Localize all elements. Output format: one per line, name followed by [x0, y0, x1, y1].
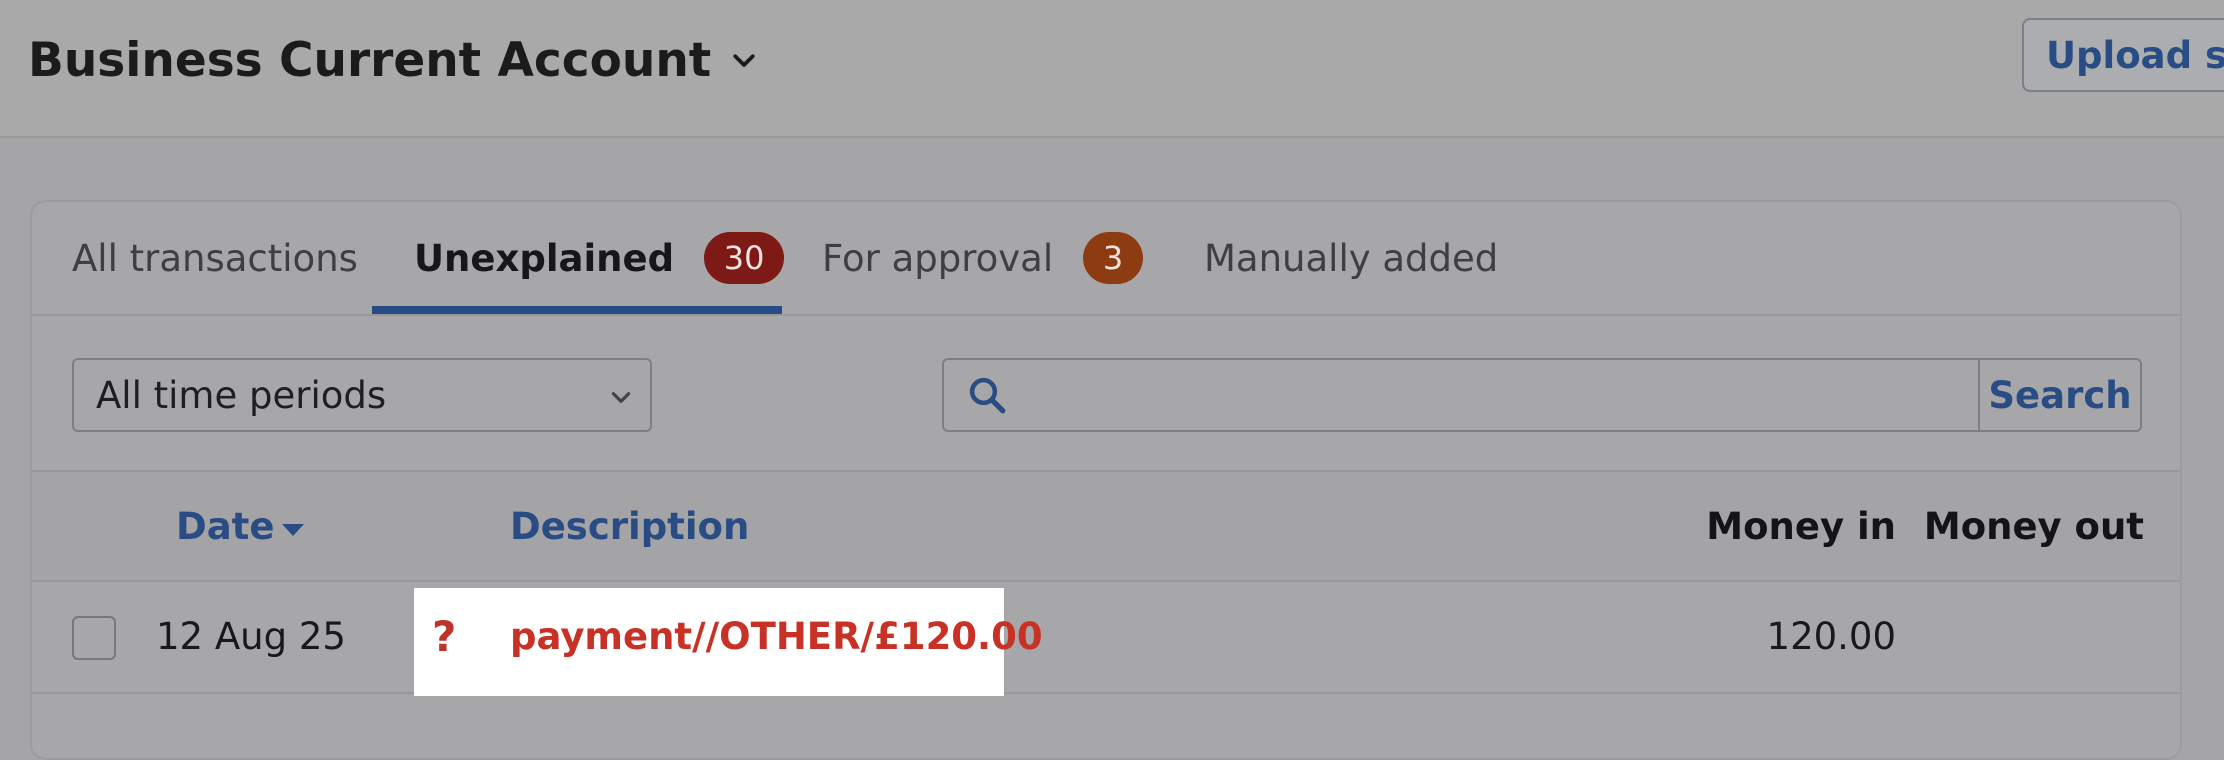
sort-descending-icon: [282, 524, 305, 536]
table-row: 12 Aug 25 ? payment//OTHER/£120.00 120.0…: [32, 582, 2180, 696]
transaction-money-in: 120.00: [1766, 614, 1896, 658]
page-header: Business Current Account Upload statemen…: [0, 0, 2224, 138]
tab-label: Unexplained: [414, 236, 675, 280]
money-in-column-header: Money in: [1706, 472, 1896, 580]
description-column-header[interactable]: Description: [510, 472, 749, 580]
time-period-value: All time periods: [96, 373, 387, 417]
approval-count-badge: 3: [1083, 232, 1144, 284]
description-column-label: Description: [510, 504, 750, 548]
search-box: Search: [942, 358, 2142, 432]
active-tab-indicator: [372, 306, 782, 314]
upload-statement-button[interactable]: Upload statement: [2022, 18, 2224, 92]
unexplained-question-icon: ?: [432, 611, 457, 661]
upload-statement-label: Upload statement: [2046, 33, 2224, 77]
date-column-header[interactable]: Date: [176, 472, 306, 580]
chevron-down-icon: [733, 54, 755, 67]
tab-unexplained[interactable]: Unexplained 30: [414, 202, 785, 314]
tab-label: For approval: [822, 236, 1054, 280]
search-input[interactable]: [1028, 360, 2052, 432]
tab-for-approval[interactable]: For approval 3: [822, 202, 1144, 314]
money-in-column-label: Money in: [1706, 504, 1896, 548]
date-column-label: Date: [176, 504, 275, 548]
tab-label: Manually added: [1204, 236, 1499, 280]
search-button-label: Search: [1988, 373, 2132, 417]
search-icon: [969, 377, 1006, 414]
unexplained-count-badge: 30: [704, 232, 785, 284]
money-out-column-header: Money out: [1924, 472, 2144, 580]
time-period-select[interactable]: All time periods: [72, 358, 652, 432]
account-title: Business Current Account: [28, 32, 712, 88]
transactions-card: All transactions Unexplained 30 For appr…: [30, 200, 2182, 760]
search-button[interactable]: Search: [1978, 360, 2140, 430]
tab-all-transactions[interactable]: All transactions: [72, 202, 358, 314]
account-selector[interactable]: Business Current Account: [28, 28, 759, 92]
table-header: Date Description Money in Money out: [32, 470, 2180, 582]
transaction-description-link[interactable]: payment//OTHER/£120.00: [510, 582, 1043, 690]
tab-bar: All transactions Unexplained 30 For appr…: [32, 202, 2180, 316]
tab-manually-added[interactable]: Manually added: [1204, 202, 1498, 314]
chevron-down-icon: [611, 392, 631, 403]
money-out-column-label: Money out: [1923, 504, 2144, 548]
transaction-date: 12 Aug 25: [156, 614, 346, 658]
row-select-checkbox[interactable]: [72, 616, 116, 660]
tab-label: All transactions: [72, 236, 358, 280]
